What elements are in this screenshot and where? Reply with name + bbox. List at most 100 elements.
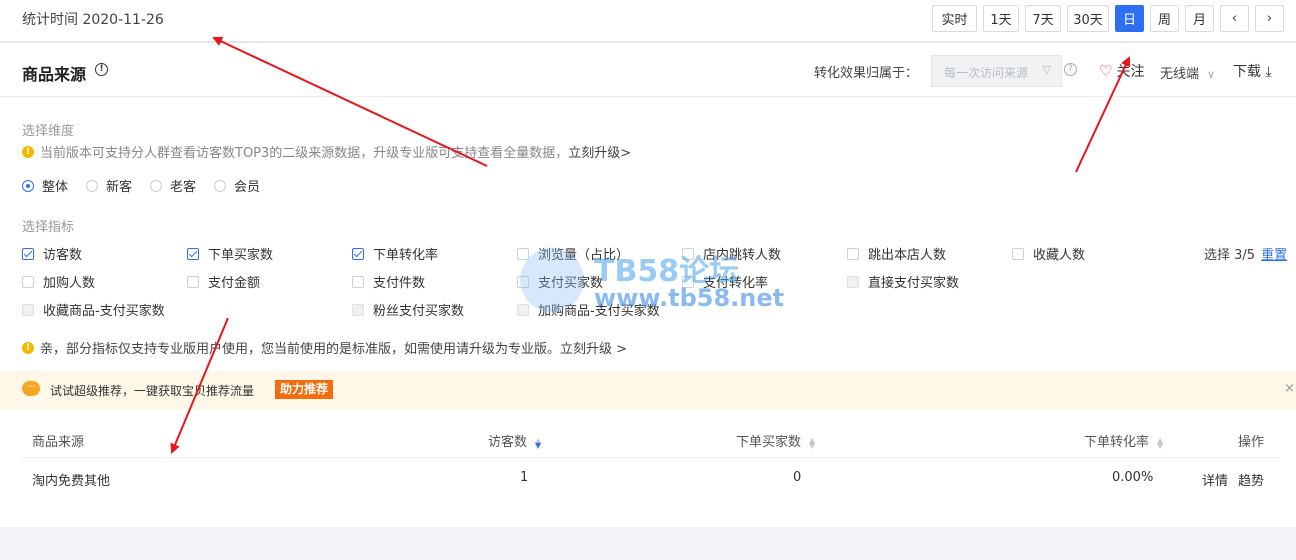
- metric-label: 支付件数: [373, 276, 426, 291]
- col-visitors-label: 访客数: [488, 435, 528, 450]
- checkbox: [682, 247, 694, 260]
- dimension-label: 选择维度: [22, 124, 75, 139]
- radio-dot: [22, 179, 34, 192]
- table-header: 商品来源 访客数 ▲ ▼ 下单买家数 ▲ ▼ 下单转化率 ▲ ▼ 操作: [22, 419, 1280, 458]
- period-1day-button[interactable]: 1天: [983, 5, 1019, 32]
- metric-pageviews[interactable]: 浏览量（占比）: [517, 244, 629, 263]
- cell-visitors: 1: [520, 470, 529, 485]
- checkbox: [682, 275, 694, 288]
- sort-icon: ▲ ▼: [809, 435, 816, 450]
- col-visitors[interactable]: 访客数 ▲ ▼: [488, 431, 541, 450]
- metrics-notice: ! 亲，部分指标仅支持专业版用户使用，您当前使用的是标准版，如需使用请升级为专业…: [22, 338, 627, 357]
- radio-dot: [150, 179, 163, 192]
- download-button[interactable]: 下载 ⤓: [1233, 61, 1272, 81]
- col-buyers-label: 下单买家数: [736, 435, 802, 450]
- follow-button[interactable]: ♡ 关注: [1099, 61, 1144, 81]
- close-icon[interactable]: ×: [1284, 381, 1295, 396]
- metric-label: 收藏人数: [1033, 248, 1086, 263]
- card-header: 商品来源 ! 转化效果归属于： 每一次访问来源 ▽ ? ♡ 关注 无线端 ∨ 下载 …: [0, 43, 1296, 97]
- help-icon[interactable]: ?: [1064, 63, 1077, 76]
- checkbox: [352, 247, 364, 260]
- select-count-text: 选择 3/5: [1204, 248, 1256, 263]
- info-icon[interactable]: !: [95, 63, 108, 76]
- checkbox: [517, 303, 529, 316]
- radio-label: 新客: [106, 180, 133, 195]
- metric-label: 店内跳转人数: [703, 248, 782, 263]
- device-label: 无线端: [1160, 67, 1200, 82]
- metric-label: 浏览量（占比）: [538, 248, 630, 263]
- attribution-value: 每一次访问来源: [944, 66, 1029, 80]
- metric-bounce[interactable]: 跳出本店人数: [847, 244, 946, 263]
- prev-period-button[interactable]: ‹: [1220, 5, 1249, 32]
- radio-new-customer[interactable]: 新客: [86, 176, 132, 195]
- period-selector: 实时 1天 7天 30天 日 周 月 ‹ ›: [932, 5, 1290, 32]
- dimension-upgrade-link[interactable]: 立刻升级>: [568, 142, 631, 161]
- radio-member[interactable]: 会员: [214, 176, 260, 195]
- cell-source: 淘内免费其他: [32, 474, 111, 489]
- page-title: 商品来源: [22, 65, 87, 84]
- metric-store-jump[interactable]: 店内跳转人数: [682, 244, 781, 263]
- checkbox: [517, 247, 529, 260]
- radio-dot: [86, 179, 99, 192]
- radio-label: 老客: [170, 180, 197, 195]
- top-bar: 统计时间 2020-11-26 实时 1天 7天 30天 日 周 月 ‹ ›: [0, 0, 1296, 42]
- period-month-button[interactable]: 月: [1185, 5, 1214, 32]
- checkbox: [1012, 247, 1024, 260]
- metrics-label: 选择指标: [22, 220, 75, 235]
- attribution-select[interactable]: 每一次访问来源 ▽: [931, 55, 1062, 87]
- period-realtime-button[interactable]: 实时: [932, 5, 977, 32]
- period-day-button[interactable]: 日: [1115, 5, 1144, 32]
- metric-order-rate[interactable]: 下单转化率: [352, 244, 438, 263]
- radio-overall[interactable]: 整体: [22, 176, 68, 195]
- metric-pay-amount[interactable]: 支付金额: [187, 272, 260, 291]
- metric-order-buyers[interactable]: 下单买家数: [187, 244, 273, 263]
- period-30day-button[interactable]: 30天: [1067, 5, 1109, 32]
- dimension-radio-group: 整体 新客 老客 会员: [22, 176, 278, 195]
- metric-direct-pay-buyers: 直接支付买家数: [847, 272, 959, 291]
- radio-old-customer[interactable]: 老客: [150, 176, 196, 195]
- next-period-button[interactable]: ›: [1255, 5, 1284, 32]
- trend-link[interactable]: 趋势: [1238, 470, 1264, 489]
- chat-bubble-icon: ···: [22, 381, 40, 396]
- metric-favorites[interactable]: 收藏人数: [1012, 244, 1085, 263]
- checkbox: [187, 275, 199, 288]
- metric-visitors[interactable]: 访客数: [22, 244, 82, 263]
- metric-fan-pay-buyers: 粉丝支付买家数: [352, 300, 464, 319]
- metric-label: 访客数: [43, 248, 83, 263]
- dimension-notice-text: 当前版本可支持分人群查看访客数TOP3的二级来源数据，升级专业版可支持查看全量数…: [40, 146, 569, 161]
- metric-label: 下单转化率: [373, 248, 439, 263]
- dimension-notice: ! 当前版本可支持分人群查看访客数TOP3的二级来源数据，升级专业版可支持查看全…: [22, 142, 631, 161]
- metric-fav-pay-buyers: 收藏商品-支付买家数: [22, 300, 165, 319]
- cell-buyers: 0: [793, 470, 802, 485]
- sort-icon: ▲ ▼: [1157, 435, 1164, 450]
- device-select[interactable]: 无线端 ∨: [1160, 63, 1215, 82]
- metric-add-cart[interactable]: 加购人数: [22, 272, 95, 291]
- col-rate-label: 下单转化率: [1084, 435, 1150, 450]
- metric-label: 收藏商品-支付买家数: [43, 304, 165, 319]
- metric-select-count: 选择 3/5 重置: [1204, 244, 1287, 263]
- period-7day-button[interactable]: 7天: [1025, 5, 1061, 32]
- checkbox: [22, 247, 34, 260]
- promo-button[interactable]: 助力推荐: [275, 380, 334, 399]
- metric-pay-items[interactable]: 支付件数: [352, 272, 425, 291]
- heart-icon: ♡: [1099, 62, 1113, 80]
- cell-rate: 0.00%: [1112, 470, 1154, 485]
- detail-link[interactable]: 详情: [1202, 470, 1228, 489]
- metrics-upgrade-link[interactable]: 立刻升级 >: [560, 338, 627, 357]
- metric-pay-rate[interactable]: 支付转化率: [682, 272, 768, 291]
- promo-banner: ··· 试试超级推荐，一键获取宝贝推荐流量 助力推荐 ×: [0, 371, 1296, 409]
- metric-label: 加购商品-支付买家数: [538, 304, 660, 319]
- col-rate[interactable]: 下单转化率 ▲ ▼: [1084, 431, 1163, 450]
- metric-pay-buyers[interactable]: 支付买家数: [517, 272, 603, 291]
- page-background: [0, 527, 1296, 560]
- radio-label: 整体: [42, 180, 69, 195]
- source-table: 商品来源 访客数 ▲ ▼ 下单买家数 ▲ ▼ 下单转化率 ▲ ▼ 操作 淘内免费其他 1 0…: [22, 419, 1280, 498]
- checkbox: [847, 275, 859, 288]
- chevron-down-icon: ∨: [1207, 68, 1216, 81]
- reset-link[interactable]: 重置: [1261, 248, 1287, 263]
- download-icon: ⤓: [1265, 64, 1272, 80]
- period-week-button[interactable]: 周: [1150, 5, 1179, 32]
- col-buyers[interactable]: 下单买家数 ▲ ▼: [736, 431, 815, 450]
- warning-icon: !: [22, 341, 34, 354]
- metric-label: 跳出本店人数: [868, 248, 947, 263]
